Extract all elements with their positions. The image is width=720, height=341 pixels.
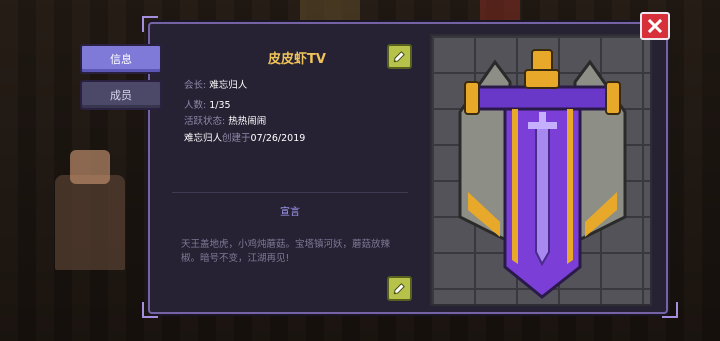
panel-corner-ornament	[142, 302, 158, 318]
activity-row: 活跃状态: 热热闹闹	[184, 113, 266, 127]
created-label: 创建于	[222, 133, 251, 144]
declaration-text: 天王盖地虎，小鸡炖蘑菇。宝塔镇河妖，蘑菇放辣椒。暗号不变，江湖再见!	[181, 239, 391, 264]
guild-name: 皮皮虾TV	[268, 52, 326, 67]
close-icon	[648, 19, 662, 33]
leader-row: 会长: 难忘归人	[184, 77, 247, 91]
pencil-icon	[393, 51, 405, 63]
created-row: 难忘归人创建于07/26/2019	[184, 130, 305, 144]
members-label: 人数:	[184, 100, 207, 111]
background-decoration	[300, 0, 360, 20]
creator-name: 难忘归人	[184, 133, 223, 144]
background-character-head	[70, 150, 110, 184]
edit-name-button[interactable]	[387, 44, 412, 69]
declaration-title: 宣言	[280, 207, 300, 218]
close-button[interactable]	[640, 12, 670, 40]
background-decoration	[480, 0, 520, 22]
members-row: 人数: 1/35	[184, 97, 231, 111]
tab-members[interactable]: 成员	[80, 80, 162, 110]
section-divider	[172, 192, 408, 193]
tab-info[interactable]: 信息	[80, 44, 162, 74]
created-date: 07/26/2019	[250, 133, 306, 144]
pencil-icon	[393, 283, 405, 295]
activity-value: 热热闹闹	[228, 116, 267, 127]
members-value: 1/35	[209, 100, 231, 111]
panel-corner-ornament	[662, 302, 678, 318]
edit-declaration-button[interactable]	[387, 276, 412, 301]
panel-corner-ornament	[142, 16, 158, 32]
leader-value: 难忘归人	[209, 80, 248, 91]
activity-label: 活跃状态:	[184, 116, 226, 127]
leader-label: 会长:	[184, 80, 207, 91]
guild-emblem[interactable]	[440, 42, 645, 304]
background-character-body	[55, 175, 125, 270]
